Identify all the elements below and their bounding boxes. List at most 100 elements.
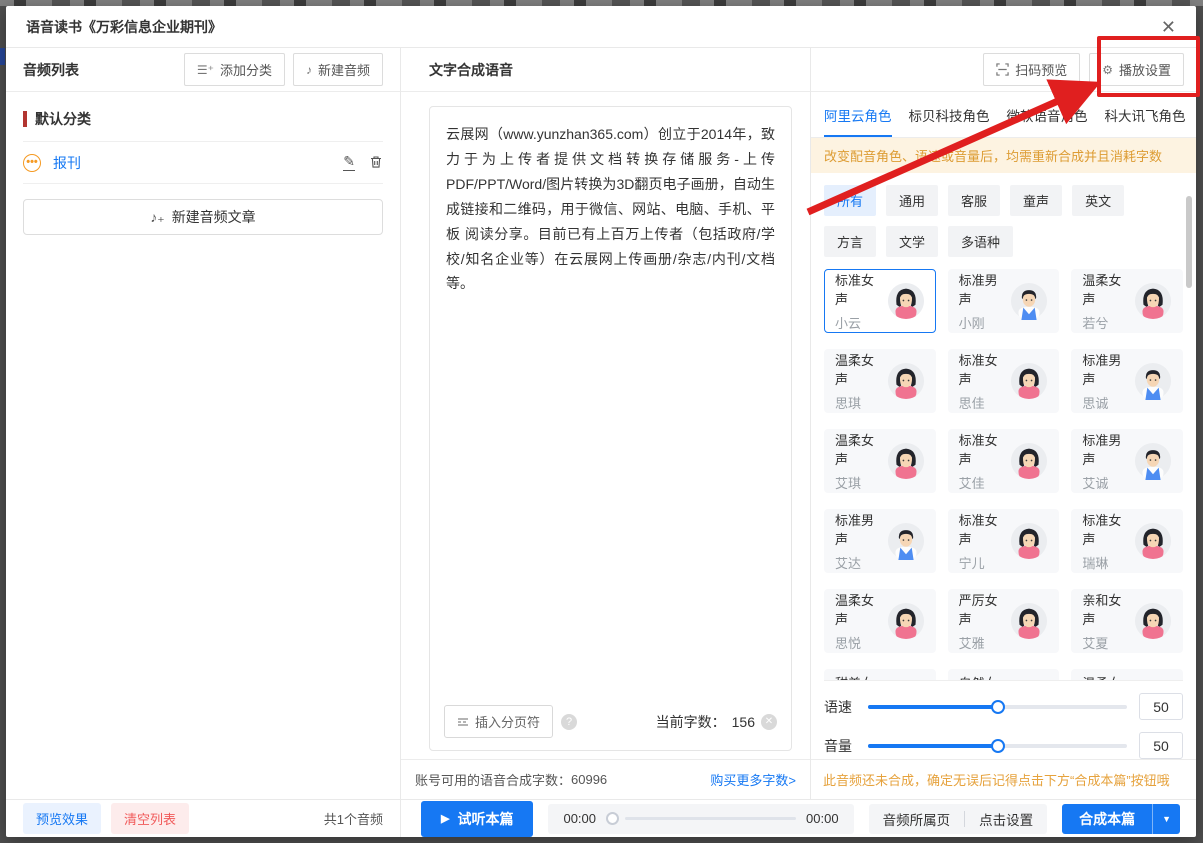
voice-filter-chip[interactable]: 文学	[886, 226, 938, 257]
play-icon: ▶	[441, 812, 449, 825]
account-quota-label: 账号可用的语音合成字数：	[415, 770, 571, 789]
voice-avatar	[1010, 442, 1048, 480]
voice-provider-tab[interactable]: 标贝科技角色	[909, 92, 990, 137]
voice-filter-chip[interactable]: 通用	[886, 185, 938, 216]
bottom-bar-left: 预览效果 清空列表 共1个音频	[6, 800, 401, 837]
voice-card[interactable]: 标准女声 思佳	[948, 349, 1060, 413]
voice-panel-header: 扫码预览 ⚙ 播放设置	[811, 48, 1196, 92]
category-name: 默认分类	[35, 109, 91, 129]
playback-timeline[interactable]: 00:00 00:00	[548, 804, 853, 834]
click-setting-button[interactable]: 点击设置	[965, 809, 1047, 829]
speed-slider[interactable]	[868, 705, 1127, 709]
category-marker	[23, 111, 27, 127]
audio-item-row[interactable]: ••• 报刊 ✎	[23, 142, 383, 184]
buy-more-link[interactable]: 购买更多字数>	[710, 770, 796, 789]
speed-slider-handle[interactable]	[991, 700, 1005, 714]
voice-filter-chip[interactable]: 所有	[824, 185, 876, 216]
voice-filter-chip[interactable]: 英文	[1072, 185, 1124, 216]
voice-filter-chip[interactable]: 方言	[824, 226, 876, 257]
voice-card[interactable]: 标准男声 艾达	[824, 509, 936, 573]
voice-avatar	[887, 522, 925, 560]
volume-slider-handle[interactable]	[991, 739, 1005, 753]
voice-name: 艾雅	[959, 633, 1011, 652]
account-quota-row: 账号可用的语音合成字数： 60996 购买更多字数>	[401, 759, 810, 799]
volume-label: 音量	[824, 736, 856, 756]
resynthesize-warning: 改变配音角色、语速或音量后，均需重新合成并且消耗字数	[811, 138, 1196, 173]
add-category-button[interactable]: ☰⁺ 添加分类	[184, 53, 285, 86]
voice-card[interactable]: 标准女声 瑞琳	[1071, 509, 1183, 573]
volume-value[interactable]: 50	[1139, 732, 1183, 759]
speed-label: 语速	[824, 697, 856, 717]
voice-card[interactable]: 标准男声 艾诚	[1071, 429, 1183, 493]
voice-avatar	[887, 442, 925, 480]
voice-card[interactable]: 严厉女声 艾雅	[948, 589, 1060, 653]
audio-list-panel: 音频列表 ☰⁺ 添加分类 ♪ 新建音频 默认分类 •••	[6, 48, 401, 799]
timeline-track[interactable]	[625, 817, 796, 820]
voice-name: 艾夏	[1082, 633, 1134, 652]
help-icon[interactable]: ?	[561, 714, 577, 730]
clear-text-icon[interactable]: ✕	[761, 714, 777, 730]
timeline-handle[interactable]	[606, 812, 619, 825]
voice-card[interactable]: 温柔女声 若兮	[1071, 269, 1183, 333]
background-app-fragment	[0, 48, 5, 65]
text-editor[interactable]: 云展网（www.yunzhan365.com）创立于2014年，致力于为上传者提…	[429, 106, 792, 751]
voice-card[interactable]: 甜美女声	[824, 669, 936, 681]
voice-card[interactable]: 温柔女声 艾琪	[824, 429, 936, 493]
char-count: 当前字数：156 ✕	[656, 712, 777, 732]
account-quota-value: 60996	[571, 772, 607, 787]
voice-avatar	[1134, 442, 1172, 480]
voice-name: 思琪	[835, 393, 887, 412]
clear-list-button[interactable]: 清空列表	[111, 803, 189, 834]
voice-type: 自然女声	[959, 673, 1011, 681]
voice-card[interactable]: 亲和女声 艾夏	[1071, 589, 1183, 653]
voice-type: 温柔女声	[835, 430, 887, 468]
audio-item-label[interactable]: 报刊	[53, 153, 81, 173]
voice-provider-tab[interactable]: 微软语音角色	[1007, 92, 1088, 137]
edit-icon[interactable]: ✎	[343, 154, 355, 170]
trash-icon[interactable]	[369, 155, 383, 169]
audio-page-button[interactable]: 音频所属页	[869, 809, 965, 829]
speed-value[interactable]: 50	[1139, 693, 1183, 720]
voice-card[interactable]: 标准女声 宁儿	[948, 509, 1060, 573]
add-category-icon: ☰⁺	[197, 63, 214, 77]
voice-name: 思佳	[959, 393, 1011, 412]
voice-card[interactable]: 标准女声 小云	[824, 269, 936, 333]
listen-button[interactable]: ▶ 试听本篇	[421, 801, 533, 837]
new-audio-article-button[interactable]: ♪₊ 新建音频文章	[23, 199, 383, 235]
insert-pagebreak-button[interactable]: 插入分页符	[444, 705, 553, 738]
ellipsis-circle-icon[interactable]: •••	[23, 154, 41, 172]
voice-filter-chip[interactable]: 童声	[1010, 185, 1062, 216]
voice-provider-tab[interactable]: 阿里云角色	[824, 92, 892, 137]
voice-card[interactable]: 标准男声 思诚	[1071, 349, 1183, 413]
new-audio-button[interactable]: ♪ 新建音频	[293, 53, 383, 86]
play-settings-button[interactable]: ⚙ 播放设置	[1089, 53, 1184, 86]
volume-slider[interactable]	[868, 744, 1127, 748]
synthesize-button[interactable]: 合成本篇 ▼	[1062, 804, 1180, 834]
scan-preview-button[interactable]: 扫码预览	[983, 53, 1080, 86]
category-row: 默认分类	[23, 109, 383, 142]
voice-list-scrollbar[interactable]	[1186, 196, 1192, 288]
voice-provider-tabs: 阿里云角色标贝科技角色微软语音角色科大讯飞角色	[811, 92, 1196, 138]
voice-card[interactable]: 温柔女声 思悦	[824, 589, 936, 653]
chevron-down-icon[interactable]: ▼	[1152, 804, 1180, 834]
editor-text[interactable]: 云展网（www.yunzhan365.com）创立于2014年，致力于为上传者提…	[446, 122, 775, 296]
close-icon[interactable]: ✕	[1161, 18, 1176, 36]
voice-type: 亲和女声	[1082, 590, 1134, 628]
voice-card[interactable]: 标准女声 艾佳	[948, 429, 1060, 493]
voice-card[interactable]: 温柔女声	[1071, 669, 1183, 681]
voice-card[interactable]: 标准男声 小刚	[948, 269, 1060, 333]
voice-card-grid: 标准女声 小云	[824, 269, 1183, 681]
voice-filter-chip[interactable]: 客服	[948, 185, 1000, 216]
audio-list-header: 音频列表 ☰⁺ 添加分类 ♪ 新建音频	[6, 48, 400, 92]
voice-name: 艾达	[835, 553, 887, 572]
preview-effect-button[interactable]: 预览效果	[23, 803, 101, 834]
voice-type: 严厉女声	[959, 590, 1011, 628]
voice-name: 宁儿	[959, 553, 1011, 572]
music-note-plus-icon: ♪₊	[150, 209, 164, 226]
voice-filter-chip[interactable]: 多语种	[948, 226, 1013, 257]
voice-name: 思诚	[1082, 393, 1134, 412]
voice-card[interactable]: 温柔女声 思琪	[824, 349, 936, 413]
speed-slider-row: 语速 50	[824, 693, 1183, 720]
voice-provider-tab[interactable]: 科大讯飞角色	[1105, 92, 1186, 137]
voice-card[interactable]: 自然女声	[948, 669, 1060, 681]
